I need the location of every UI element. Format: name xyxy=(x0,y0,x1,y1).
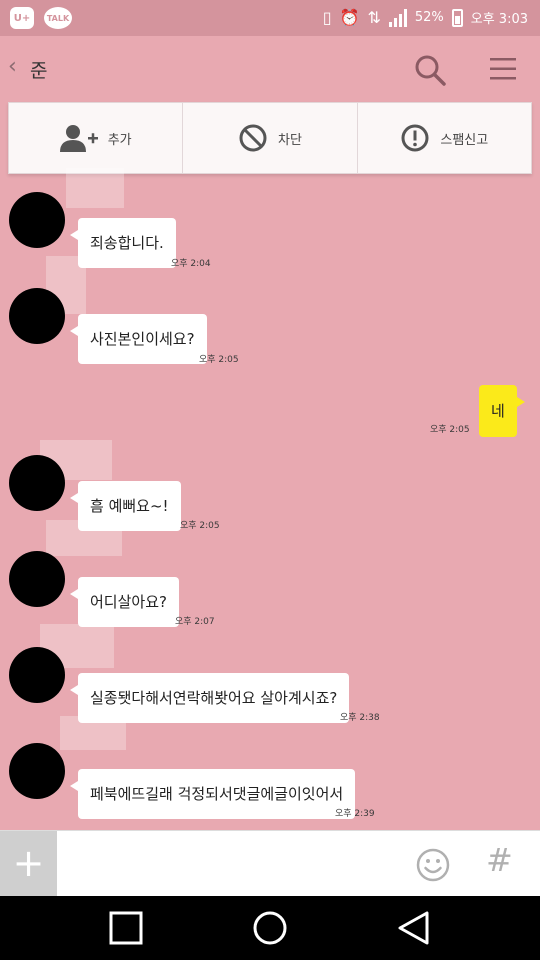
message-bubble[interactable]: 페북에뜨길래 걱정되서댓글에글이잇어서 xyxy=(69,769,356,819)
lte-icon: ⇅ xyxy=(367,7,381,27)
add-friend-button[interactable]: 추가 xyxy=(9,103,184,173)
status-time: 오후 3:03 xyxy=(470,12,528,27)
block-icon xyxy=(239,124,267,152)
message-bubble[interactable]: 사진본인이세요? xyxy=(70,314,207,364)
kakaotalk-icon: TALK xyxy=(44,7,72,29)
sender-name-blur xyxy=(46,520,122,556)
avatar[interactable] xyxy=(9,743,65,799)
block-label: 차단 xyxy=(278,132,302,148)
search-icon[interactable] xyxy=(414,54,446,86)
back-chevron-icon[interactable]: ‹ xyxy=(8,54,17,79)
message-time: 오후 2:05 xyxy=(430,425,470,435)
avatar[interactable] xyxy=(9,551,65,607)
message-time: 오후 2:38 xyxy=(340,713,380,723)
emoticon-icon[interactable] xyxy=(416,848,450,882)
attach-plus-button[interactable]: + xyxy=(0,831,57,897)
message-time: 오후 2:05 xyxy=(180,521,220,531)
status-bar: U+ TALK ▯ ⏰ ⇅ 52% 오후 3:03 xyxy=(0,0,540,36)
sender-name-blur xyxy=(60,716,126,750)
system-nav-bar xyxy=(0,896,540,960)
battery-percent: 52% xyxy=(414,10,444,25)
avatar[interactable] xyxy=(9,455,65,511)
alarm-icon: ⏰ xyxy=(339,7,360,27)
uplus-icon: U+ xyxy=(10,7,34,29)
chat-title: 준 xyxy=(30,60,48,82)
home-button[interactable] xyxy=(252,910,288,946)
report-icon xyxy=(401,124,429,152)
avatar[interactable] xyxy=(9,288,65,344)
menu-icon[interactable] xyxy=(488,56,518,82)
chat-header: ‹ 준 xyxy=(0,36,540,100)
message-input-bar: + # xyxy=(0,830,540,897)
report-spam-label: 스팸신고 xyxy=(440,132,489,148)
my-message-bubble[interactable]: 네 xyxy=(479,385,525,437)
add-friend-icon xyxy=(59,125,98,152)
avatar[interactable] xyxy=(9,192,65,248)
message-time: 오후 2:39 xyxy=(335,809,375,819)
friend-action-bar: 추가 차단 스팸신고 xyxy=(8,102,532,174)
message-time: 오후 2:05 xyxy=(199,355,239,365)
hashtag-button[interactable]: # xyxy=(486,841,513,879)
vibrate-icon: ▯ xyxy=(322,7,332,27)
battery-icon xyxy=(451,8,463,27)
add-friend-label: 추가 xyxy=(107,132,132,148)
message-bubble[interactable]: 죄송합니다. xyxy=(70,218,176,268)
back-button[interactable] xyxy=(396,910,432,946)
report-spam-button[interactable]: 스팸신고 xyxy=(358,103,531,173)
sender-name-blur xyxy=(66,168,124,208)
message-time: 오후 2:07 xyxy=(175,617,215,627)
block-button[interactable]: 차단 xyxy=(183,103,358,173)
message-bubble[interactable]: 어디살아요? xyxy=(70,577,179,627)
signal-icon xyxy=(388,8,407,27)
avatar[interactable] xyxy=(9,647,65,703)
recent-apps-button[interactable] xyxy=(108,910,144,946)
message-input[interactable] xyxy=(66,841,396,887)
message-time: 오후 2:04 xyxy=(171,259,211,269)
